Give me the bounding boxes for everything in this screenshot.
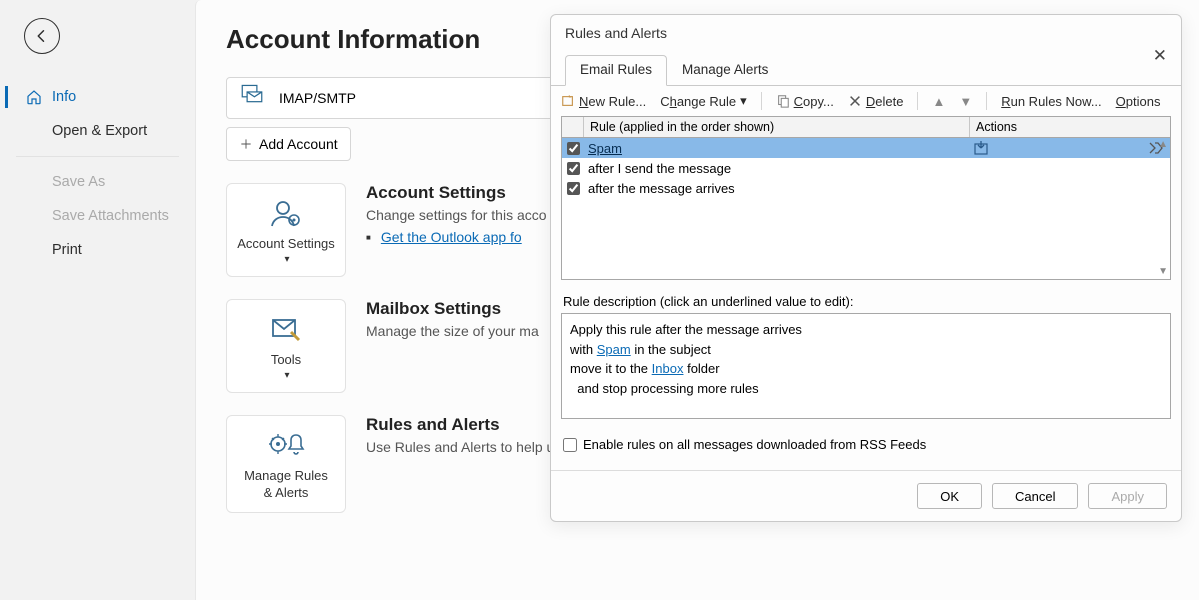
desc-line: and stop processing more rules bbox=[570, 379, 1162, 399]
desc-value-spam[interactable]: Spam bbox=[597, 342, 631, 357]
scroll-up-arrow[interactable]: ▲ bbox=[1158, 139, 1168, 150]
dialog-button-row: OK Cancel Apply bbox=[551, 471, 1181, 521]
manage-rules-card[interactable]: Manage Rules& Alerts bbox=[226, 415, 346, 513]
tab-email-rules[interactable]: Email Rules bbox=[565, 55, 667, 86]
plus-icon bbox=[239, 137, 253, 151]
dialog-title: Rules and Alerts bbox=[565, 25, 783, 41]
sidebar-label: Open & Export bbox=[52, 123, 147, 139]
chevron-down-icon: ▾ bbox=[284, 369, 289, 382]
new-rule-icon bbox=[561, 94, 575, 108]
sidebar-label: Info bbox=[52, 89, 76, 105]
sidebar-item-save-attachments[interactable]: Save Attachments bbox=[0, 199, 195, 233]
account-type-label: IMAP/SMTP bbox=[279, 90, 356, 106]
change-rule-button[interactable]: Change Rule▾ bbox=[660, 93, 746, 109]
delete-icon bbox=[848, 94, 862, 108]
move-down-button[interactable]: ▼ bbox=[959, 94, 972, 109]
mail-account-icon bbox=[239, 83, 265, 114]
rss-checkbox-row[interactable]: Enable rules on all messages downloaded … bbox=[563, 437, 1169, 452]
backstage-sidebar: Info Open & Export Save As Save Attachme… bbox=[0, 0, 195, 600]
rss-checkbox-label: Enable rules on all messages downloaded … bbox=[583, 437, 926, 452]
sidebar-label: Print bbox=[52, 242, 82, 258]
new-rule-button[interactable]: New Rule... bbox=[561, 94, 646, 109]
rule-name: after I send the message bbox=[584, 161, 970, 176]
close-icon[interactable]: ✕ bbox=[1153, 46, 1167, 66]
move-up-button[interactable]: ▲ bbox=[932, 94, 945, 109]
add-account-label: Add Account bbox=[259, 136, 338, 152]
rules-and-alerts-dialog: Rules and Alerts Email Rules Manage Aler… bbox=[550, 14, 1182, 522]
rule-description-box: Apply this rule after the message arrive… bbox=[561, 313, 1171, 419]
rule-row-after-send[interactable]: after I send the message bbox=[562, 158, 1170, 178]
sidebar-item-info[interactable]: Info bbox=[0, 80, 195, 114]
home-icon bbox=[26, 89, 42, 105]
rule-name: Spam bbox=[584, 141, 970, 156]
delete-rule-button[interactable]: Delete bbox=[848, 94, 904, 109]
rule-row-after-arrives[interactable]: after the message arrives bbox=[562, 178, 1170, 198]
tools-card[interactable]: Tools▾ bbox=[226, 299, 346, 393]
rule-checkbox[interactable] bbox=[567, 162, 580, 175]
cancel-button[interactable]: Cancel bbox=[992, 483, 1078, 509]
back-arrow-icon bbox=[33, 27, 51, 45]
desc-line: move it to the Inbox folder bbox=[570, 359, 1162, 379]
apply-button[interactable]: Apply bbox=[1088, 483, 1167, 509]
user-gear-icon bbox=[269, 196, 303, 230]
dialog-toolbar: New Rule... Change Rule▾ Copy... Delete … bbox=[551, 85, 1181, 116]
sidebar-label: Save Attachments bbox=[52, 208, 169, 224]
desc-value-inbox[interactable]: Inbox bbox=[652, 361, 684, 376]
mailbox-tools-icon bbox=[269, 312, 303, 346]
sidebar-item-open-export[interactable]: Open & Export bbox=[0, 114, 195, 148]
rule-checkbox[interactable] bbox=[567, 142, 580, 155]
sidebar-label: Save As bbox=[52, 174, 105, 190]
sidebar-item-print[interactable]: Print bbox=[0, 233, 195, 267]
dropdown-arrow-icon: ▾ bbox=[740, 93, 747, 109]
add-account-button[interactable]: Add Account bbox=[226, 127, 351, 161]
sidebar-item-save-as[interactable]: Save As bbox=[0, 165, 195, 199]
back-button[interactable] bbox=[24, 18, 60, 54]
tab-manage-alerts[interactable]: Manage Alerts bbox=[667, 55, 783, 86]
desc-line: Apply this rule after the message arrive… bbox=[570, 320, 1162, 340]
copy-icon bbox=[776, 94, 790, 108]
chevron-down-icon: ▾ bbox=[284, 253, 289, 266]
rule-checkbox[interactable] bbox=[567, 182, 580, 195]
options-button[interactable]: Options bbox=[1116, 94, 1161, 109]
rule-name: after the message arrives bbox=[584, 181, 970, 196]
rule-row-spam[interactable]: Spam bbox=[562, 138, 1170, 158]
get-outlook-link[interactable]: Get the Outlook app fo bbox=[381, 229, 522, 245]
move-to-folder-icon bbox=[974, 141, 990, 155]
rss-checkbox[interactable] bbox=[563, 438, 577, 452]
account-settings-card[interactable]: Account Settings▾ bbox=[226, 183, 346, 277]
column-rule: Rule (applied in the order shown) bbox=[584, 117, 970, 137]
rules-alerts-icon bbox=[267, 428, 305, 462]
table-header: Rule (applied in the order shown) Action… bbox=[562, 117, 1170, 138]
rule-description-label: Rule description (click an underlined va… bbox=[563, 294, 1169, 309]
ok-button[interactable]: OK bbox=[917, 483, 982, 509]
desc-line: with Spam in the subject bbox=[570, 340, 1162, 360]
sidebar-separator bbox=[16, 156, 179, 157]
scroll-down-arrow[interactable]: ▼ bbox=[1158, 266, 1168, 277]
rules-table: Rule (applied in the order shown) Action… bbox=[561, 116, 1171, 280]
run-rules-button[interactable]: Run Rules Now... bbox=[1001, 94, 1101, 109]
column-actions: Actions bbox=[970, 117, 1170, 137]
copy-rule-button[interactable]: Copy... bbox=[776, 94, 834, 109]
